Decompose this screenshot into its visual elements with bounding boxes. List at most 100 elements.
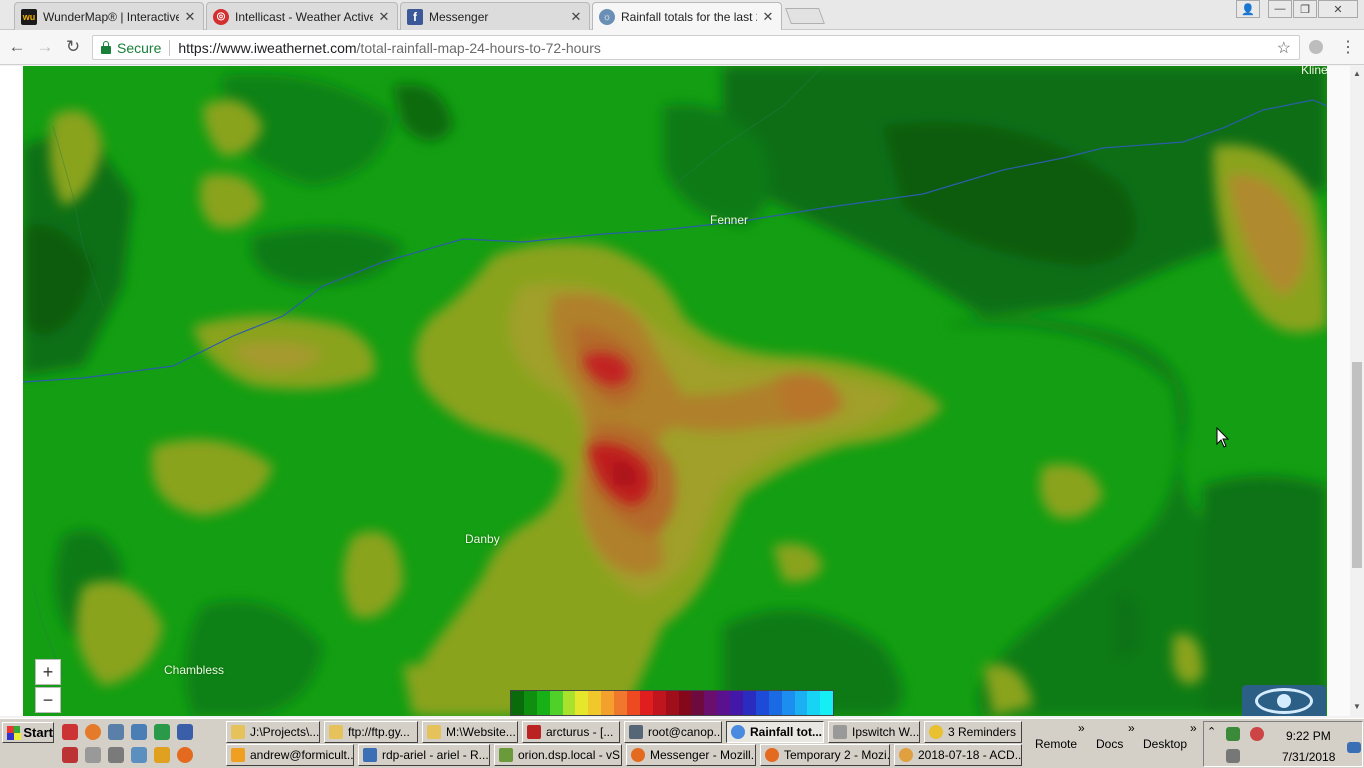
network-icon[interactable]: [108, 724, 124, 740]
taskbar-button-arcturus[interactable]: arcturus - [...: [522, 721, 620, 743]
toolbar-remote[interactable]: Remote: [1035, 737, 1077, 751]
url-host: https://www.iweathernet.com: [178, 39, 357, 56]
profile-icon[interactable]: 👤: [1236, 0, 1260, 18]
window-icon[interactable]: [177, 724, 193, 740]
taskbar-button-orion[interactable]: orion.dsp.local - vS...: [494, 744, 622, 766]
toolbar-desktop[interactable]: Desktop: [1143, 737, 1187, 751]
legend-swatch: [575, 691, 589, 715]
tab-wundermap[interactable]: wu WunderMap® | Interactive ✕: [14, 2, 204, 30]
reload-button[interactable]: ↻: [62, 36, 84, 58]
tab-messenger[interactable]: f Messenger ✕: [400, 2, 590, 30]
firefox-icon[interactable]: [85, 724, 101, 740]
toolbar-chevron-icon[interactable]: »: [1078, 721, 1085, 735]
legend-swatch: [549, 691, 563, 715]
taskbar-button-temporary-mozilla[interactable]: Temporary 2 - Mozi...: [760, 744, 890, 766]
taskbar-button-acdsee[interactable]: 2018-07-18 - ACD...: [894, 744, 1022, 766]
taskbar-button-label: J:\Projects\...: [250, 725, 320, 739]
address-bar[interactable]: Secure https://www.iweathernet.com /tota…: [92, 35, 1300, 60]
toolbar-chevron-icon[interactable]: »: [1128, 721, 1135, 735]
taskbar-button-ftp[interactable]: ftp://ftp.gy...: [324, 721, 418, 743]
legend-swatch: [639, 691, 653, 715]
ipswitch-icon: [833, 725, 847, 739]
taskbar-button-rainfall[interactable]: Rainfall tot...: [726, 721, 824, 743]
close-icon[interactable]: ✕: [761, 9, 775, 25]
taskbar-button-andrew-mail[interactable]: andrew@formicult...: [226, 744, 354, 766]
tab-rainfall-totals[interactable]: ☼ Rainfall totals for the last 24 ✕: [592, 2, 782, 31]
wunderground-icon: wu: [21, 8, 37, 25]
taskbar-button-messenger-mozilla[interactable]: Messenger - Mozill...: [626, 744, 756, 766]
maximize-button[interactable]: ❐: [1293, 0, 1317, 18]
tray-network-icon[interactable]: [1226, 727, 1240, 741]
scroll-up-arrow[interactable]: ▲: [1351, 69, 1363, 78]
show-desktop-icon[interactable]: [1347, 742, 1361, 753]
eye-icon: [1255, 687, 1313, 714]
legend-swatch: [704, 691, 718, 715]
taskbar-button-label: Messenger - Mozill...: [650, 748, 756, 762]
zoom-out-button[interactable]: −: [35, 687, 61, 713]
page-scrollbar[interactable]: ▲ ▼: [1327, 66, 1364, 716]
rainfall-map[interactable]: Fenner Danby Chambless Kline + −: [23, 66, 1327, 716]
toolbar-docs[interactable]: Docs: [1096, 737, 1123, 751]
bookmark-star-icon[interactable]: ☆: [1277, 38, 1291, 58]
taskbar-button-website[interactable]: M:\Website...: [422, 721, 518, 743]
tab-intellicast[interactable]: ◎ Intellicast - Weather Active ✕: [206, 2, 398, 30]
taskbar-button-ipswitch[interactable]: Ipswitch W...: [828, 721, 920, 743]
clock-date[interactable]: 7/31/2018: [1282, 750, 1335, 764]
outlook-icon: [231, 748, 245, 762]
legend-swatch: [588, 691, 602, 715]
wrench-icon[interactable]: [85, 747, 101, 763]
toolbar-chevron-icon[interactable]: »: [1190, 721, 1197, 735]
tray-device-icon[interactable]: [1226, 749, 1240, 763]
close-icon[interactable]: ✕: [183, 9, 197, 25]
taskbar-button-label: rdp-ariel - ariel - R...: [382, 748, 489, 762]
taskbar-button-label: M:\Website...: [446, 725, 516, 739]
extension-icon[interactable]: [1309, 40, 1323, 54]
taskbar-button-root-canopy[interactable]: root@canop...: [624, 721, 722, 743]
taskbar-button-projects[interactable]: J:\Projects\...: [226, 721, 320, 743]
tray-alert-icon[interactable]: [1250, 727, 1264, 741]
taskbar-button-label: 3 Reminders: [948, 725, 1017, 739]
legend-swatch: [807, 691, 821, 715]
divider: [169, 39, 171, 56]
taskbar-button-rdp-ariel[interactable]: rdp-ariel - ariel - R...: [358, 744, 490, 766]
zoom-in-button[interactable]: +: [35, 659, 61, 685]
taskbar-button-label: orion.dsp.local - vS...: [518, 748, 622, 762]
legend-swatch: [614, 691, 628, 715]
arrow-icon[interactable]: [154, 724, 170, 740]
close-icon[interactable]: ✕: [377, 9, 391, 25]
scrollbar-thumb[interactable]: [1352, 362, 1362, 568]
place-label-fenner: Fenner: [710, 213, 749, 227]
firefox-icon[interactable]: [177, 747, 193, 763]
outlook-icon[interactable]: [154, 747, 170, 763]
map-view-toggle-button[interactable]: [1242, 685, 1326, 716]
acdsee-icon: [899, 748, 913, 762]
folder-icon: [329, 725, 343, 739]
taskbar-button-reminders[interactable]: 3 Reminders: [924, 721, 1022, 743]
forward-button[interactable]: →: [34, 36, 56, 58]
system-tray: ⌃ 9:22 PM 7/31/2018: [1203, 721, 1363, 767]
legend-swatch: [755, 691, 769, 715]
start-button[interactable]: Start: [2, 722, 54, 743]
quick-launch-icon[interactable]: [62, 724, 78, 740]
settings-icon[interactable]: [131, 724, 147, 740]
browser-menu-icon[interactable]: ⋮: [1340, 37, 1356, 57]
new-tab-button[interactable]: [785, 8, 825, 24]
tool-icon[interactable]: [62, 747, 78, 763]
scroll-down-arrow[interactable]: ▼: [1351, 702, 1363, 711]
legend-swatch: [536, 691, 550, 715]
place-label-danby: Danby: [465, 532, 500, 546]
users-icon[interactable]: [131, 747, 147, 763]
taskbar-button-label: andrew@formicult...: [250, 748, 354, 762]
utility-icon[interactable]: [108, 747, 124, 763]
back-button[interactable]: ←: [6, 36, 28, 58]
tab-title: Messenger: [429, 9, 489, 24]
legend-swatch: [820, 691, 834, 715]
minimize-button[interactable]: —: [1268, 0, 1292, 18]
close-icon[interactable]: ✕: [569, 9, 583, 25]
windows-logo-icon: [7, 725, 22, 740]
tray-expand-icon[interactable]: ⌃: [1207, 725, 1216, 738]
taskbar-button-label: Ipswitch W...: [852, 725, 920, 739]
clock-time[interactable]: 9:22 PM: [1286, 729, 1331, 743]
close-window-button[interactable]: ✕: [1318, 0, 1358, 18]
iweathernet-icon: ☼: [599, 9, 615, 25]
